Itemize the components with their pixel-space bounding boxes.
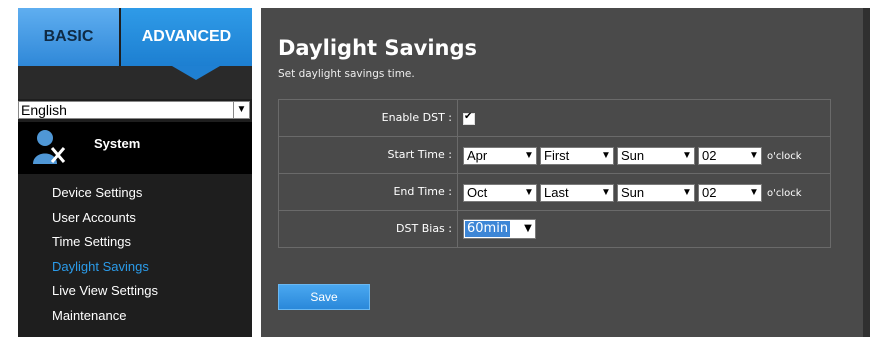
- system-section-label: System: [94, 136, 141, 151]
- sidebar-item-live-view-settings[interactable]: Live View Settings: [52, 282, 158, 307]
- sidebar-menu: Device Settings User Accounts Time Setti…: [52, 184, 158, 332]
- chevron-down-icon: ▼: [233, 102, 249, 118]
- chevron-down-icon: ▼: [524, 187, 534, 198]
- tab-basic[interactable]: BASIC: [18, 8, 119, 66]
- enable-dst-row: Enable DST :: [278, 100, 831, 137]
- active-tab-pointer: [172, 66, 220, 80]
- dst-bias-row: DST Bias : 60min ▼: [278, 211, 831, 248]
- end-day-select[interactable]: Sun ▼: [617, 184, 695, 202]
- enable-dst-checkbox[interactable]: [463, 111, 475, 125]
- tab-advanced[interactable]: ADVANCED: [121, 8, 252, 66]
- sidebar: BASIC ADVANCED English ▼ System Device S…: [18, 8, 252, 337]
- sidebar-item-daylight-savings[interactable]: Daylight Savings: [52, 258, 158, 283]
- sidebar-item-time-settings[interactable]: Time Settings: [52, 233, 158, 258]
- chevron-down-icon: ▼: [524, 223, 532, 234]
- start-time-label: Start Time :: [387, 148, 453, 161]
- start-month-select[interactable]: Apr ▼: [463, 147, 537, 165]
- chevron-down-icon: ▼: [682, 150, 692, 161]
- system-tools-icon: [33, 130, 66, 164]
- end-time-row: End Time : Oct ▼ Last ▼ Sun ▼ 02 ▼ o'clock: [278, 174, 831, 211]
- main-panel: Daylight Savings Set daylight savings ti…: [261, 8, 863, 337]
- page-subtitle: Set daylight savings time.: [278, 68, 415, 80]
- dst-bias-select[interactable]: 60min ▼: [463, 219, 536, 239]
- chevron-down-icon: ▼: [524, 150, 534, 161]
- language-select[interactable]: English ▼: [18, 101, 250, 119]
- scrollbar-track[interactable]: [863, 8, 870, 337]
- page-title: Daylight Savings: [278, 36, 478, 60]
- language-value: English: [21, 102, 67, 118]
- sidebar-item-device-settings[interactable]: Device Settings: [52, 184, 158, 209]
- end-week-select[interactable]: Last ▼: [540, 184, 614, 202]
- section-pointer: [234, 122, 244, 158]
- mode-tabs: BASIC ADVANCED: [18, 8, 252, 66]
- start-week-select[interactable]: First ▼: [540, 147, 614, 165]
- end-oclock-label: o'clock: [767, 187, 802, 199]
- chevron-down-icon: ▼: [682, 187, 692, 198]
- start-day-select[interactable]: Sun ▼: [617, 147, 695, 165]
- sidebar-item-user-accounts[interactable]: User Accounts: [52, 209, 158, 234]
- dst-bias-value: 60min: [465, 221, 511, 237]
- start-hour-select[interactable]: 02 ▼: [698, 147, 762, 165]
- sidebar-item-maintenance[interactable]: Maintenance: [52, 307, 158, 332]
- end-month-select[interactable]: Oct ▼: [463, 184, 537, 202]
- save-button[interactable]: Save: [278, 284, 370, 310]
- end-time-label: End Time :: [393, 185, 452, 198]
- start-time-row: Start Time : Apr ▼ First ▼ Sun ▼ 02 ▼ o'cloc…: [278, 137, 831, 174]
- chevron-down-icon: ▼: [601, 187, 611, 198]
- end-hour-select[interactable]: 02 ▼: [698, 184, 762, 202]
- chevron-down-icon: ▼: [749, 187, 759, 198]
- chevron-down-icon: ▼: [749, 150, 759, 161]
- enable-dst-label: Enable DST :: [381, 111, 452, 124]
- chevron-down-icon: ▼: [601, 150, 611, 161]
- dst-bias-label: DST Bias :: [396, 222, 452, 235]
- dst-form: Enable DST : Start Time : Apr▼ First▼ Su…: [278, 99, 831, 248]
- start-oclock-label: o'clock: [767, 150, 802, 162]
- system-section-header[interactable]: System: [18, 122, 252, 174]
